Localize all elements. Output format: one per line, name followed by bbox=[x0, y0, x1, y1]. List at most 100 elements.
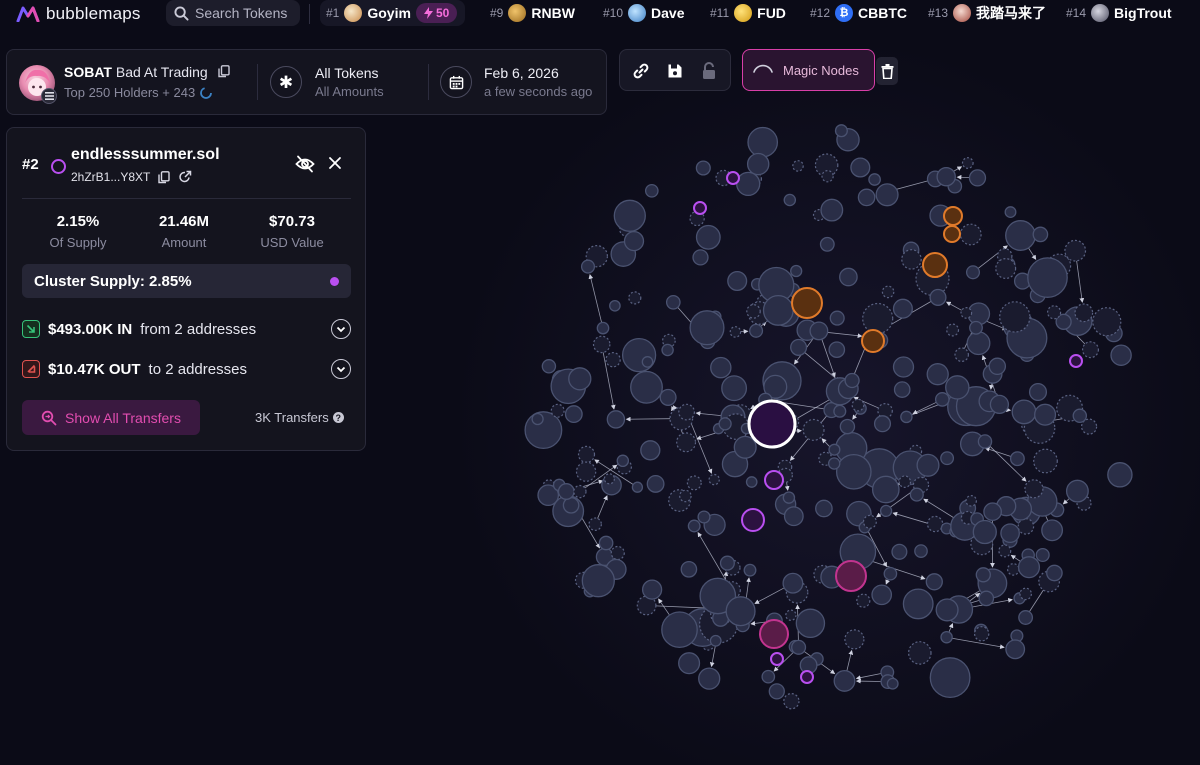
holder-bubble[interactable] bbox=[1034, 403, 1057, 426]
selected-holder-bubble[interactable] bbox=[747, 399, 797, 449]
cluster-holder-bubble[interactable] bbox=[800, 670, 814, 684]
holder-bubble[interactable] bbox=[1064, 239, 1087, 262]
holder-bubble[interactable] bbox=[893, 381, 911, 398]
holder-bubble[interactable] bbox=[862, 302, 894, 335]
holder-bubble[interactable] bbox=[1081, 341, 1099, 359]
holder-bubble[interactable] bbox=[875, 183, 899, 207]
holder-bubble[interactable] bbox=[839, 267, 858, 287]
holder-bubble[interactable] bbox=[736, 171, 761, 197]
holder-bubble[interactable] bbox=[1046, 305, 1062, 320]
holder-bubble[interactable] bbox=[873, 415, 892, 433]
holder-bubble[interactable] bbox=[596, 321, 610, 335]
date-picker-button[interactable] bbox=[440, 66, 472, 98]
holder-bubble[interactable] bbox=[1006, 563, 1020, 576]
holder-bubble[interactable] bbox=[1028, 382, 1048, 402]
holder-bubble[interactable] bbox=[1107, 462, 1133, 488]
holder-bubble[interactable] bbox=[828, 443, 841, 456]
holder-bubble[interactable] bbox=[857, 188, 876, 207]
holder-bubble[interactable] bbox=[909, 487, 924, 502]
holder-bubble[interactable] bbox=[856, 593, 871, 608]
holder-bubble[interactable] bbox=[541, 359, 557, 374]
holder-bubble[interactable] bbox=[790, 264, 803, 278]
search-tokens[interactable]: Search Tokens bbox=[166, 0, 300, 26]
transfers-out-row[interactable]: $10.47K OUT to 2 addresses bbox=[22, 357, 351, 381]
holder-bubble[interactable] bbox=[616, 454, 630, 468]
holder-bubble[interactable] bbox=[689, 310, 725, 346]
holder-bubble[interactable] bbox=[965, 265, 981, 280]
holder-bubble[interactable] bbox=[914, 544, 928, 558]
holder-bubble[interactable] bbox=[718, 417, 732, 431]
holder-bubble[interactable] bbox=[821, 169, 834, 183]
cluster-holder-bubble[interactable] bbox=[943, 225, 961, 243]
holder-bubble[interactable] bbox=[709, 634, 722, 647]
holder-bubble[interactable] bbox=[929, 657, 971, 699]
holder-bubble[interactable] bbox=[678, 652, 701, 675]
holder-bubble[interactable] bbox=[1011, 399, 1037, 425]
holder-bubble[interactable] bbox=[802, 418, 825, 441]
holder-bubble[interactable] bbox=[606, 410, 626, 429]
holder-bubble[interactable] bbox=[746, 152, 770, 176]
holder-bubble[interactable] bbox=[783, 693, 800, 710]
holder-bubble[interactable] bbox=[665, 294, 681, 310]
holder-bubble[interactable] bbox=[974, 626, 990, 642]
delete-button[interactable] bbox=[876, 57, 898, 85]
holder-bubble[interactable] bbox=[573, 484, 587, 499]
holder-bubble[interactable] bbox=[630, 370, 663, 404]
holder-bubble[interactable] bbox=[1041, 519, 1064, 542]
holder-bubble[interactable] bbox=[820, 198, 844, 222]
holder-bubble[interactable] bbox=[936, 166, 956, 187]
holder-bubble[interactable] bbox=[935, 598, 959, 622]
holder-bubble[interactable] bbox=[916, 453, 940, 477]
holder-bubble[interactable] bbox=[1017, 518, 1035, 535]
holder-bubble[interactable] bbox=[834, 124, 848, 138]
holder-bubble[interactable] bbox=[1092, 307, 1122, 337]
holder-bubble[interactable] bbox=[898, 475, 912, 488]
holder-bubble[interactable] bbox=[945, 375, 970, 400]
cluster-holder-bubble[interactable] bbox=[835, 560, 867, 592]
ticker-fud[interactable]: #11 FUD bbox=[710, 0, 786, 26]
holder-bubble[interactable] bbox=[745, 476, 758, 488]
close-panel-button[interactable] bbox=[327, 155, 343, 176]
cluster-holder-bubble[interactable] bbox=[726, 171, 740, 185]
holder-bubble[interactable] bbox=[1024, 479, 1044, 499]
holder-bubble[interactable] bbox=[659, 388, 677, 406]
holder-bubble[interactable] bbox=[851, 398, 865, 412]
holder-bubble[interactable] bbox=[692, 249, 709, 266]
holder-bubble[interactable] bbox=[641, 356, 654, 368]
holder-bubble[interactable] bbox=[809, 321, 829, 341]
holder-bubble[interactable] bbox=[969, 320, 983, 335]
holder-bubble[interactable] bbox=[761, 669, 776, 684]
ticker-bigtrout[interactable]: #14 BigTrout bbox=[1066, 0, 1172, 26]
holder-bubble[interactable] bbox=[564, 405, 583, 424]
holder-bubble[interactable] bbox=[1019, 587, 1032, 601]
cluster-holder-bubble[interactable] bbox=[791, 287, 823, 319]
holder-bubble[interactable] bbox=[835, 453, 872, 490]
holder-bubble[interactable] bbox=[946, 323, 960, 337]
holder-bubble[interactable] bbox=[883, 566, 898, 581]
cluster-holder-bubble[interactable] bbox=[1069, 354, 1083, 368]
holder-bubble[interactable] bbox=[640, 440, 661, 461]
holder-bubble[interactable] bbox=[628, 291, 642, 305]
cluster-holder-bubble[interactable] bbox=[922, 252, 948, 278]
holder-bubble[interactable] bbox=[609, 299, 621, 312]
holder-bubble[interactable] bbox=[729, 326, 742, 338]
transfers-in-row[interactable]: $493.00K IN from 2 addresses bbox=[22, 317, 351, 341]
holder-bubble[interactable] bbox=[721, 375, 748, 402]
holder-bubble[interactable] bbox=[862, 514, 877, 529]
holder-bubble[interactable] bbox=[833, 404, 847, 418]
holder-bubble[interactable] bbox=[679, 489, 692, 503]
external-link-icon[interactable] bbox=[178, 170, 192, 184]
holder-bubble[interactable] bbox=[1017, 556, 1041, 579]
holder-bubble[interactable] bbox=[929, 288, 947, 306]
holder-bubble[interactable] bbox=[762, 294, 794, 326]
holder-bubble[interactable] bbox=[641, 579, 663, 600]
holder-bubble[interactable] bbox=[871, 475, 900, 504]
holder-bubble[interactable] bbox=[892, 356, 915, 378]
holder-bubble[interactable] bbox=[550, 403, 565, 418]
holder-bubble[interactable] bbox=[966, 331, 991, 356]
holder-bubble[interactable] bbox=[975, 567, 991, 583]
holder-bubble[interactable] bbox=[743, 563, 757, 577]
holder-bubble[interactable] bbox=[940, 451, 955, 466]
show-all-transfers-button[interactable]: Show All Transfers bbox=[22, 400, 200, 435]
cluster-holder-bubble[interactable] bbox=[943, 206, 963, 226]
